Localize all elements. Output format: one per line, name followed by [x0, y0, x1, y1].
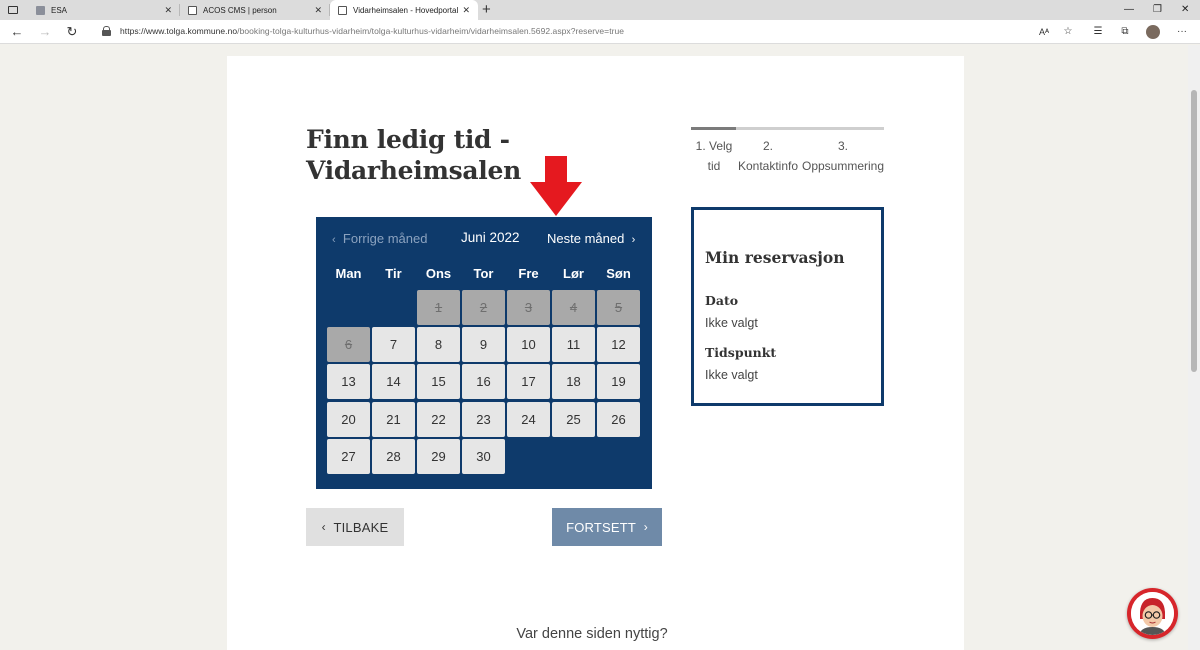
tab-title: Vidarheimsalen - Hovedportal	[353, 5, 459, 15]
calendar-day[interactable]: 11	[552, 327, 595, 362]
step-oppsummering: 3. Oppsummering	[801, 139, 885, 173]
calendar-day[interactable]: 14	[372, 364, 415, 399]
calendar-day[interactable]: 26	[597, 402, 640, 437]
calendar-header: ‹ Forrige måned Juni 2022 Neste måned ›	[316, 217, 652, 259]
calendar-day[interactable]: 19	[597, 364, 640, 399]
weekday-header: Tir	[385, 266, 402, 281]
lock-icon[interactable]	[102, 26, 111, 37]
esa-favicon-icon	[36, 5, 45, 15]
previous-month-button[interactable]: ‹ Forrige måned	[332, 231, 427, 246]
tab-actions-icon[interactable]	[6, 3, 20, 17]
restore-icon[interactable]: ❐	[1153, 3, 1162, 17]
calendar-day[interactable]: 15	[417, 364, 460, 399]
page-scrollbar[interactable]	[1188, 45, 1200, 650]
read-aloud-icon[interactable]: Aᴬ	[1036, 24, 1052, 40]
favorites-icon[interactable]: ☰	[1090, 24, 1106, 40]
back-button[interactable]: ‹ TILBAKE	[306, 508, 404, 546]
page-favicon-icon	[188, 5, 197, 15]
profile-avatar[interactable]	[1146, 25, 1160, 39]
collections-icon[interactable]: ⧉	[1117, 24, 1133, 40]
calendar-day[interactable]: 17	[507, 364, 550, 399]
chevron-right-icon: ›	[631, 234, 636, 246]
calendar-day[interactable]: 30	[462, 439, 505, 474]
calendar-day[interactable]: 24	[507, 402, 550, 437]
calendar-day[interactable]: 27	[327, 439, 370, 474]
browser-tab-bar: ESA ✕ ACOS CMS | person ✕ Vidarheimsalen…	[0, 0, 1200, 20]
calendar-day[interactable]: 10	[507, 327, 550, 362]
continue-button[interactable]: FORTSETT ›	[552, 508, 662, 546]
calendar-day[interactable]: 7	[372, 327, 415, 362]
calendar-day[interactable]: 12	[597, 327, 640, 362]
calendar-day[interactable]: 25	[552, 402, 595, 437]
back-arrow-icon[interactable]: ←	[8, 23, 26, 41]
tab-title: ESA	[51, 5, 68, 15]
more-options-icon[interactable]: ···	[1174, 24, 1190, 40]
calendar-day[interactable]: 13	[327, 364, 370, 399]
time-label: Tidspunkt	[705, 345, 777, 360]
calendar-day: 4	[552, 290, 595, 325]
calendar-day[interactable]: 18	[552, 364, 595, 399]
reservation-title: Min reservasjon	[705, 248, 845, 267]
calendar-day[interactable]: 9	[462, 327, 505, 362]
weekday-header: Man	[335, 266, 362, 281]
calendar-day[interactable]: 20	[327, 402, 370, 437]
page-favicon-icon	[338, 5, 347, 15]
close-icon[interactable]: ✕	[462, 5, 470, 15]
reload-icon[interactable]: ↻	[63, 23, 81, 41]
calendar-day[interactable]: 21	[372, 402, 415, 437]
weekday-header: Søn	[606, 266, 631, 281]
weekday-header: Ons	[425, 266, 452, 281]
step-kontaktinfo: 2. Kontaktinfo	[737, 139, 799, 173]
chevron-right-icon: ›	[643, 520, 648, 534]
url-text[interactable]: https://www.tolga.kommune.no/booking-tol…	[120, 26, 624, 36]
feedback-question: Var denne siden nyttig?	[516, 626, 668, 642]
calendar-day[interactable]: 23	[462, 402, 505, 437]
minimize-icon[interactable]: —	[1124, 3, 1134, 17]
weekday-header: Tor	[473, 266, 494, 281]
close-icon[interactable]: ✕	[164, 5, 172, 15]
reservation-summary: Min reservasjon Dato Ikke valgt Tidspunk…	[691, 207, 884, 406]
calendar-day: 6	[327, 327, 370, 362]
calendar-day[interactable]: 29	[417, 439, 460, 474]
scrollbar-thumb[interactable]	[1191, 90, 1197, 372]
browser-tab-esa[interactable]: ESA ✕	[28, 0, 180, 20]
chevron-left-icon: ‹	[332, 234, 336, 246]
address-bar[interactable]: https://www.tolga.kommune.no/booking-tol…	[96, 23, 1076, 41]
weekday-header: Lør	[563, 266, 584, 281]
chat-assistant-face-icon	[1131, 592, 1174, 635]
steps-progress	[691, 127, 736, 130]
browser-toolbar: ← → ↻ https://www.tolga.kommune.no/booki…	[0, 20, 1200, 44]
calendar-day[interactable]: 16	[462, 364, 505, 399]
calendar-day[interactable]: 22	[417, 402, 460, 437]
red-arrow-icon	[530, 156, 582, 216]
browser-tab-vidarheimsalen[interactable]: Vidarheimsalen - Hovedportal ✕	[330, 0, 478, 20]
tab-title: ACOS CMS | person	[203, 5, 277, 15]
calendar-day: 2	[462, 290, 505, 325]
new-tab-icon[interactable]: +	[482, 1, 491, 19]
current-month-label: Juni 2022	[461, 230, 520, 245]
date-value: Ikke valgt	[705, 316, 758, 330]
weekday-header: Fre	[518, 266, 539, 281]
window-close-icon[interactable]: ✕	[1181, 3, 1189, 17]
date-calendar: ‹ Forrige måned Juni 2022 Neste måned › …	[316, 217, 652, 489]
chevron-left-icon: ‹	[321, 520, 326, 534]
forward-arrow-icon[interactable]: →	[36, 23, 54, 41]
time-value: Ikke valgt	[705, 368, 758, 382]
date-label: Dato	[705, 293, 739, 308]
close-icon[interactable]: ✕	[314, 5, 322, 15]
favorite-add-icon[interactable]: ☆	[1060, 24, 1076, 40]
browser-tab-acos-cms[interactable]: ACOS CMS | person ✕	[180, 0, 330, 20]
chat-assistant-avatar[interactable]	[1127, 588, 1178, 639]
calendar-day: 1	[417, 290, 460, 325]
calendar-day[interactable]: 28	[372, 439, 415, 474]
next-month-button[interactable]: Neste måned ›	[547, 231, 635, 246]
calendar-day: 5	[597, 290, 640, 325]
calendar-day: 3	[507, 290, 550, 325]
step-velg-tid: 1. Velg tid	[695, 139, 733, 173]
calendar-day[interactable]: 8	[417, 327, 460, 362]
